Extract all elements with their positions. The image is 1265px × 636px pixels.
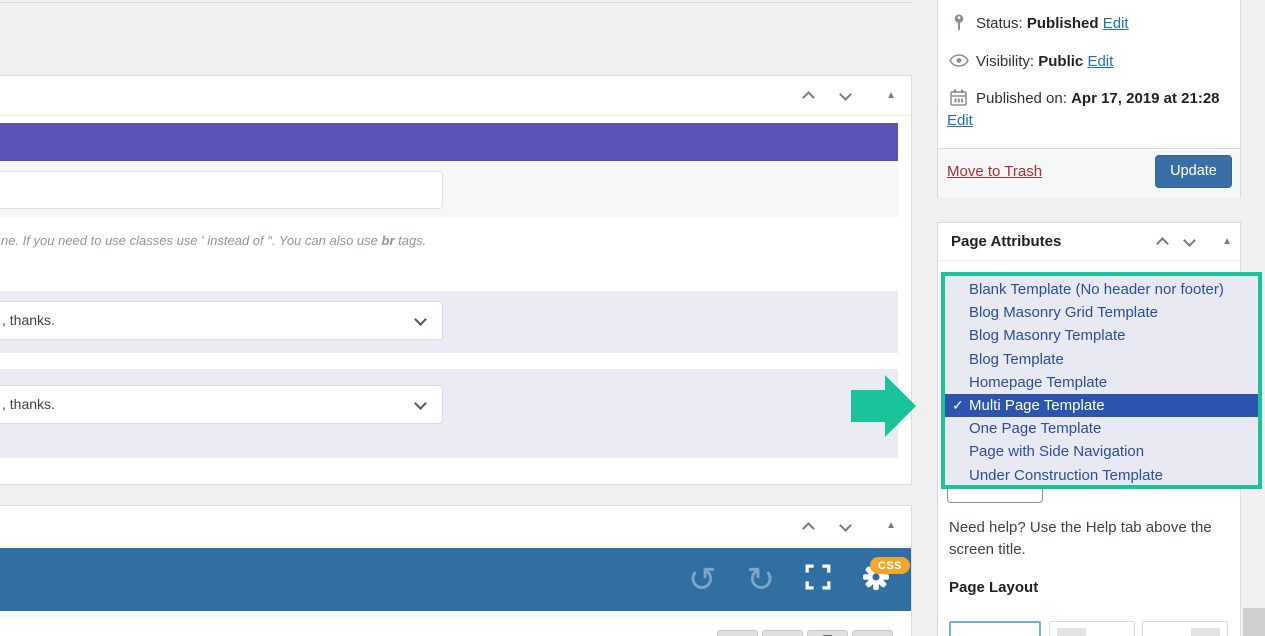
thanks-select-1[interactable]: , thanks.: [0, 301, 443, 340]
redo-icon[interactable]: ↻: [747, 563, 776, 597]
option-row-1: , thanks.: [0, 291, 898, 353]
published-edit-row: Edit: [947, 112, 973, 129]
edit-visibility-link[interactable]: Edit: [1087, 53, 1113, 70]
undo-icon[interactable]: ↺: [688, 563, 717, 597]
thanks-select-2[interactable]: , thanks.: [0, 385, 443, 424]
editor-options-metabox: ▲ ne. If you need to use classes use ' i…: [0, 75, 912, 485]
status-label: Status:: [976, 15, 1023, 32]
checkmark-icon: ✓: [952, 394, 964, 417]
right-edge-element: [1243, 608, 1265, 636]
status-value: Published: [1027, 15, 1099, 32]
edit-status-link[interactable]: Edit: [1103, 15, 1129, 32]
published-label: Published on:: [976, 90, 1067, 107]
page-layout-label: Page Layout: [949, 579, 1038, 596]
status-row: Status: Published Edit: [976, 15, 1129, 32]
option-row-2: , thanks.: [0, 369, 898, 458]
chevron-down-icon: [414, 397, 427, 410]
metabox-header: ▲: [0, 506, 911, 547]
note-prefix: ne. If you need to use classes use ' ins…: [1, 233, 382, 248]
select-value: , thanks.: [2, 396, 55, 412]
css-badge: CSS: [870, 557, 910, 574]
mini-button-4[interactable]: [852, 630, 893, 636]
page-layout-thumb-right-sidebar[interactable]: [1142, 621, 1228, 636]
move-to-trash-link[interactable]: Move to Trash: [947, 163, 1042, 180]
template-option[interactable]: One Page Template: [945, 417, 1258, 440]
page-attributes-title: Page Attributes: [951, 233, 1061, 250]
template-option[interactable]: Blog Masonry Template: [945, 324, 1258, 347]
visibility-eye-icon: [949, 54, 969, 72]
template-option[interactable]: Homepage Template: [945, 371, 1258, 394]
select-value: , thanks.: [2, 312, 55, 328]
publish-metabox: Status: Published Edit Visibility: Publi…: [937, 0, 1241, 198]
move-down-icon[interactable]: [839, 88, 852, 101]
thumb-sidebar-block: [1057, 628, 1086, 636]
template-option[interactable]: Page with Side Navigation: [945, 440, 1258, 463]
template-option[interactable]: Blog Template: [945, 348, 1258, 371]
wordpress-page-editor-screen: ▲ ne. If you need to use classes use ' i…: [0, 0, 1265, 636]
fullscreen-icon[interactable]: [805, 564, 831, 595]
collapse-toggle-icon[interactable]: ▲: [1222, 237, 1232, 247]
visibility-label: Visibility:: [976, 53, 1034, 70]
collapse-toggle-icon[interactable]: ▲: [886, 91, 896, 101]
field-help-note: ne. If you need to use classes use ' ins…: [1, 233, 426, 248]
editor-mini-buttons: +: [717, 630, 893, 636]
note-suffix: tags.: [395, 233, 427, 248]
collapse-toggle-icon[interactable]: ▲: [886, 521, 896, 531]
purple-section-header: [0, 123, 898, 161]
edit-published-link[interactable]: Edit: [947, 112, 973, 129]
gear-icon[interactable]: [861, 579, 891, 596]
publish-footer: Move to Trash Update: [938, 148, 1240, 198]
help-text: Need help? Use the Help tab above the sc…: [949, 517, 1223, 561]
visibility-value: Public: [1038, 53, 1083, 70]
page-layout-thumb-selected[interactable]: [949, 621, 1041, 636]
mini-add-button[interactable]: +: [762, 630, 803, 636]
thumb-sidebar-block: [1191, 628, 1220, 636]
move-down-icon[interactable]: [839, 519, 852, 532]
move-up-icon[interactable]: [1156, 237, 1169, 250]
page-layout-thumb-left-sidebar[interactable]: [1049, 621, 1135, 636]
calendar-icon: [950, 89, 967, 111]
mini-trash-button[interactable]: [807, 630, 848, 636]
page-attributes-header: Page Attributes ▲: [938, 223, 1240, 261]
move-up-icon[interactable]: [802, 522, 815, 535]
note-bold: br: [382, 233, 395, 248]
top-divider: [0, 2, 912, 3]
input-section: [0, 161, 898, 217]
custom-css-metabox: ▲ ↺ ↻: [0, 505, 912, 636]
template-dropdown-list: Blank Template (No header nor footer) Bl…: [941, 272, 1262, 489]
template-option-selected[interactable]: ✓ Multi Page Template: [945, 394, 1258, 417]
status-pin-icon: [951, 14, 967, 37]
template-option[interactable]: Blank Template (No header nor footer): [945, 278, 1258, 301]
metabox-header: ▲: [0, 76, 911, 116]
mini-button-1[interactable]: [717, 630, 758, 636]
move-up-icon[interactable]: [802, 91, 815, 104]
visibility-row: Visibility: Public Edit: [976, 53, 1113, 70]
template-option[interactable]: Blog Masonry Grid Template: [945, 301, 1258, 324]
title-text-input[interactable]: [0, 171, 443, 209]
template-option[interactable]: Under Construction Template: [945, 464, 1258, 487]
move-down-icon[interactable]: [1183, 234, 1196, 247]
published-on-row: Published on: Apr 17, 2019 at 21:28: [976, 90, 1220, 107]
css-editor-toolbar: ↺ ↻: [0, 548, 911, 611]
annotation-arrow-icon: [851, 375, 917, 442]
chevron-down-icon: [414, 313, 427, 326]
published-value: Apr 17, 2019 at 21:28: [1071, 90, 1219, 107]
selected-template-label: Multi Page Template: [969, 397, 1105, 414]
update-button[interactable]: Update: [1155, 155, 1232, 188]
